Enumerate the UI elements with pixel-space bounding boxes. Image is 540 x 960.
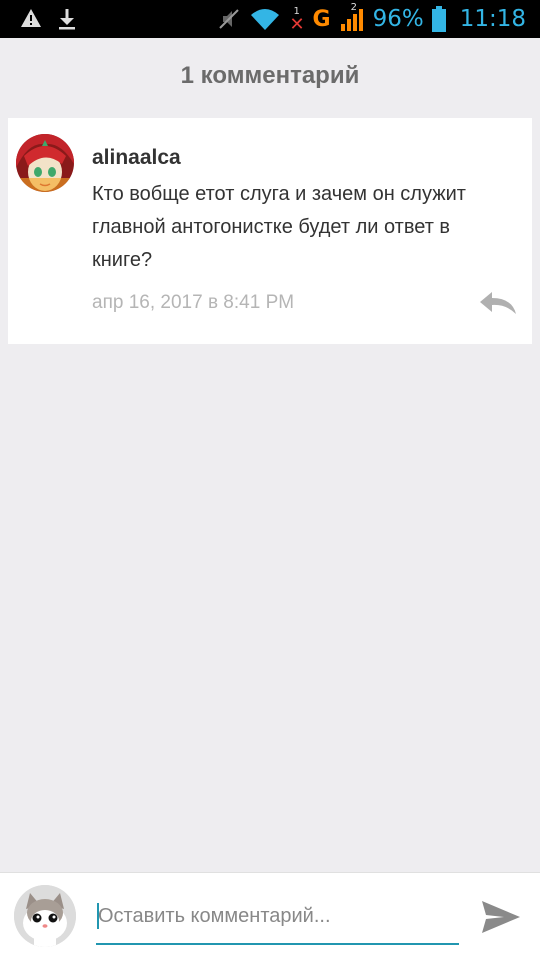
- user-avatar: [14, 885, 76, 947]
- comment-text: Кто вобще етот слуга и зачем он служит г…: [92, 183, 466, 271]
- warning-icon: [21, 9, 41, 27]
- wifi-icon: [250, 9, 279, 30]
- mute-icon: [218, 9, 239, 29]
- download-icon: [59, 9, 75, 30]
- send-button[interactable]: [478, 897, 524, 937]
- battery-percent: 96%: [372, 6, 424, 32]
- comment-username[interactable]: alinaalca: [92, 146, 181, 170]
- reply-button[interactable]: [478, 290, 518, 316]
- network-type: G: [312, 6, 331, 32]
- text-cursor: [97, 903, 99, 929]
- no-signal-icon: 1 ✕: [289, 6, 305, 35]
- comment-composer: [0, 872, 540, 960]
- reply-icon: [480, 292, 516, 314]
- comment-card: alinaalca Кто вобще етот слуга и зачем о…: [8, 118, 532, 344]
- battery-icon: [431, 6, 446, 32]
- status-bar: 1 ✕ G 2 96% 11:18: [0, 0, 540, 38]
- page-title: 1 комментарий: [180, 62, 360, 89]
- avatar[interactable]: [16, 134, 74, 192]
- send-icon: [482, 901, 520, 933]
- signal-icon: 2: [339, 2, 365, 32]
- clock: 11:18: [459, 6, 526, 32]
- comment-timestamp: апр 16, 2017 в 8:41 PM: [92, 292, 295, 313]
- comment-input[interactable]: [96, 897, 459, 945]
